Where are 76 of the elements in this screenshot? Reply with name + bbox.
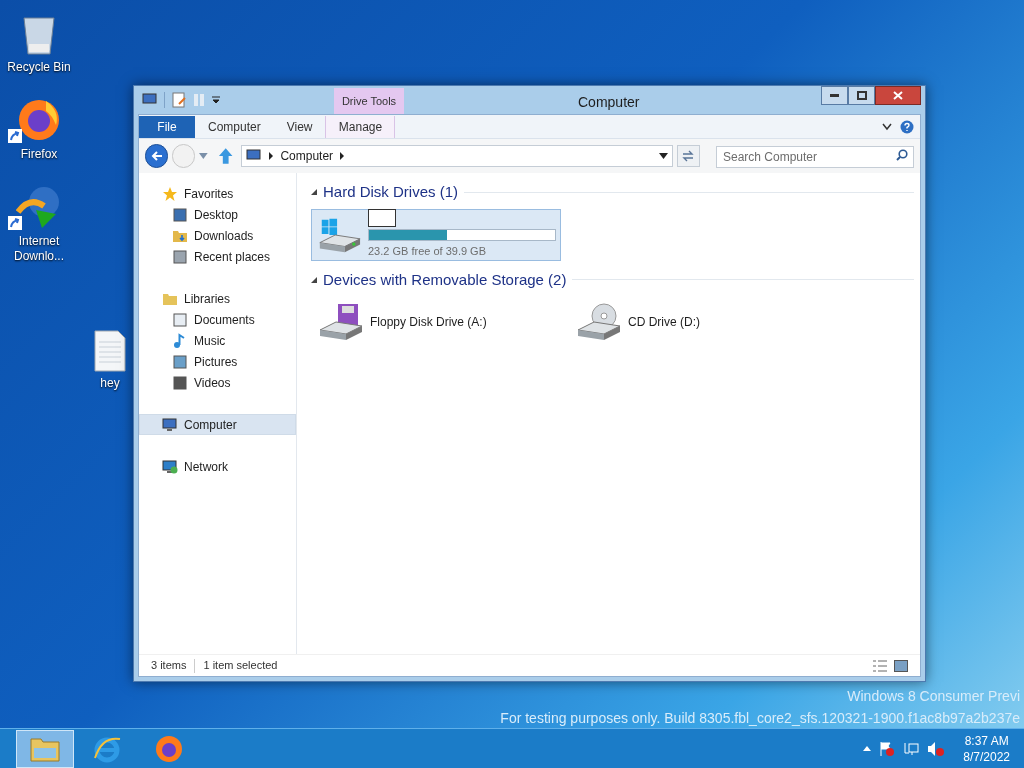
- recycle-bin-icon: [21, 14, 57, 56]
- ribbon-tab[interactable]: View: [273, 116, 326, 138]
- breadcrumb-chevron-icon: [268, 152, 275, 160]
- refresh-button[interactable]: [676, 145, 700, 167]
- globe-arrow-icon: [16, 184, 62, 230]
- back-button[interactable]: [145, 144, 169, 168]
- recent-locations-caret-icon[interactable]: [199, 153, 208, 159]
- network-monitor-icon[interactable]: [903, 740, 920, 757]
- up-arrow-icon[interactable]: [218, 147, 234, 165]
- large-icons-view-icon[interactable]: [894, 659, 908, 672]
- nav-item[interactable]: Network: [139, 456, 296, 477]
- help-icon[interactable]: [900, 119, 914, 134]
- drive-tile[interactable]: CD Drive (D:): [569, 296, 819, 348]
- nav-item[interactable]: Favorites: [139, 183, 296, 204]
- search-icon: [896, 149, 908, 161]
- search-field[interactable]: Search Computer: [716, 146, 914, 168]
- desktop-icon-label[interactable]: Internet Downlo...: [1, 234, 77, 264]
- nav-item[interactable]: Recent places: [139, 246, 296, 267]
- refresh-arrows-icon: [681, 150, 696, 162]
- drive-label: Floppy Disk Drive (A:): [370, 314, 487, 331]
- dropdown-caret-icon[interactable]: [211, 95, 221, 105]
- ribbon-tab[interactable]: Computer: [195, 116, 274, 138]
- breadcrumb-chevron-icon: [339, 152, 346, 160]
- group-header[interactable]: Devices with Removable Storage (2): [323, 268, 567, 291]
- taskbar-button[interactable]: [16, 729, 74, 768]
- address-bar[interactable]: Computer: [241, 145, 673, 167]
- desktop-icon-label[interactable]: Recycle Bin: [7, 60, 71, 75]
- collapse-triangle-icon[interactable]: [311, 276, 317, 283]
- folder-icon: [30, 735, 60, 762]
- dropdown-caret-icon: [658, 153, 668, 159]
- nav-item[interactable]: Documents: [139, 309, 296, 330]
- desktop-icon-label[interactable]: hey: [100, 376, 120, 391]
- drive-label: CD Drive (D:): [628, 314, 700, 331]
- network-icon: [162, 458, 178, 475]
- ribbon-tab[interactable]: File: [139, 116, 195, 138]
- drive-tile[interactable]: Floppy Disk Drive (A:): [311, 296, 561, 348]
- text-file-icon: [94, 330, 126, 372]
- window-title: Computer: [578, 93, 640, 112]
- maximize-button[interactable]: [848, 86, 875, 105]
- nav-item[interactable]: Music: [139, 330, 296, 351]
- properties-icon[interactable]: [171, 92, 187, 108]
- computer-icon: [162, 416, 178, 433]
- nav-item[interactable]: Computer: [139, 414, 296, 435]
- back-arrow-icon: [150, 150, 163, 162]
- firefox-icon: [154, 733, 184, 764]
- nav-item[interactable]: Libraries: [139, 288, 296, 309]
- drive-tile[interactable]: 23.2 GB free of 39.9 GB: [311, 208, 561, 261]
- contextual-tab-header: Drive Tools: [334, 88, 404, 114]
- show-hidden-icons-icon[interactable]: [863, 746, 872, 751]
- nav-item[interactable]: Pictures: [139, 351, 296, 372]
- nav-item[interactable]: Desktop: [139, 204, 296, 225]
- shortcut-arrow-icon: [8, 216, 22, 230]
- minimize-icon: [830, 94, 839, 97]
- rename-field[interactable]: [368, 209, 396, 228]
- restore-icon: [856, 91, 867, 100]
- speaker-muted-icon[interactable]: [927, 740, 946, 757]
- expand-ribbon-icon[interactable]: [882, 122, 892, 131]
- ribbon-tab[interactable]: Manage: [325, 116, 396, 138]
- free-space-text: 23.2 GB free of 39.9 GB: [368, 244, 487, 260]
- firefox-icon: [16, 97, 62, 143]
- desktop-icon-label[interactable]: Firefox: [20, 147, 58, 162]
- shortcut-arrow-icon: [8, 129, 22, 143]
- watermark-text: For testing purposes only. Build 8305.fbl_core2_sfs.120321-1900.f1ac8b97a2b237e: [500, 709, 1020, 728]
- clock[interactable]: 8:37 AM 8/7/2022: [963, 732, 1010, 765]
- nav-item[interactable]: Downloads: [139, 225, 296, 246]
- minimize-button[interactable]: [821, 86, 848, 105]
- close-icon: [893, 91, 903, 100]
- selection-count: 1 item selected: [203, 658, 278, 674]
- watermark-text: Windows 8 Consumer Previ: [847, 687, 1020, 706]
- star-icon: [162, 185, 178, 202]
- close-button[interactable]: [875, 86, 921, 105]
- group-header[interactable]: Hard Disk Drives (1): [323, 181, 458, 204]
- nav-item[interactable]: Videos: [139, 372, 296, 393]
- collapse-triangle-icon[interactable]: [311, 189, 317, 196]
- flag-error-icon[interactable]: [879, 740, 896, 757]
- item-count: 3 items: [151, 658, 187, 674]
